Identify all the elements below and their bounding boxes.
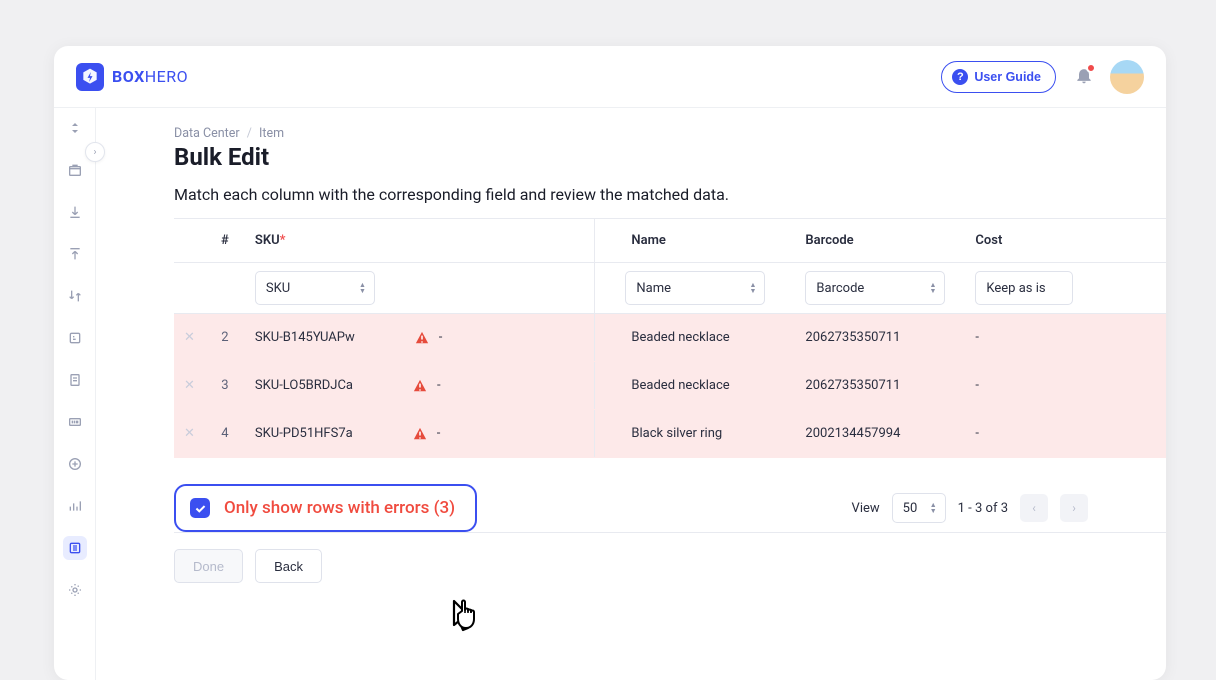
- cell-cost: -: [965, 314, 1166, 362]
- checkbox-checked-icon: [190, 498, 210, 518]
- mapping-table: # SKU* Name Barcode Cost: [174, 218, 1166, 458]
- logo-mark-icon: [76, 63, 104, 91]
- field-select-cost[interactable]: Keep as is: [975, 271, 1072, 305]
- warning-icon: [413, 427, 427, 441]
- done-button[interactable]: Done: [174, 549, 243, 583]
- table-row: ✕ 2SKU-B145YUAPw- Beaded necklace206273535…: [174, 314, 1166, 362]
- pager-view-label: View: [852, 501, 880, 516]
- brand-name: BOXHERO: [112, 67, 188, 86]
- remove-row-icon[interactable]: ✕: [184, 378, 195, 393]
- sidebar-item-analytics[interactable]: [63, 494, 87, 518]
- remove-row-icon[interactable]: ✕: [184, 426, 195, 441]
- notifications-button[interactable]: [1074, 65, 1094, 89]
- breadcrumb-sep: /: [247, 126, 252, 141]
- cell-sku: SKU-PD51HFS7a-: [245, 410, 595, 458]
- table-row: ✕ 3SKU-LO5BRDJCa- Beaded necklace206273535…: [174, 362, 1166, 410]
- row-number: 4: [205, 410, 245, 458]
- col-header-barcode: Barcode: [795, 219, 965, 263]
- sidebar-item-box[interactable]: [63, 158, 87, 182]
- errors-only-label: Only show rows with errors (3): [224, 498, 455, 518]
- remove-row-icon[interactable]: ✕: [184, 330, 195, 345]
- app-window: BOXHERO ? User Guide ›: [54, 46, 1166, 680]
- cell-name: Beaded necklace: [615, 314, 795, 362]
- help-icon: ?: [952, 69, 968, 85]
- cell-cost: -: [965, 362, 1166, 410]
- warning-icon: [415, 331, 429, 345]
- avatar[interactable]: [1110, 60, 1144, 94]
- chevron-sort-icon: ▲▼: [359, 282, 366, 294]
- cell-name: Black silver ring: [615, 410, 795, 458]
- user-guide-button[interactable]: ? User Guide: [941, 61, 1056, 93]
- cell-name: Beaded necklace: [615, 362, 795, 410]
- pager: View 50 ▲▼ 1 - 3 of 3 ‹ ›: [852, 493, 1088, 523]
- main-content: Data Center / Item Bulk Edit Match each …: [96, 108, 1166, 680]
- table-row: ✕ 4SKU-PD51HFS7a- Black silver ring2002134…: [174, 410, 1166, 458]
- row-number: 2: [205, 314, 245, 362]
- cell-error: -: [437, 378, 441, 393]
- page-size-select[interactable]: 50 ▲▼: [892, 493, 946, 523]
- breadcrumb-parent[interactable]: Data Center: [174, 126, 240, 141]
- sidebar: ›: [54, 108, 96, 680]
- cell-sku: SKU-LO5BRDJCa-: [245, 362, 595, 410]
- sidebar-item-barcode[interactable]: [63, 410, 87, 434]
- cell-cost: -: [965, 410, 1166, 458]
- warning-icon: [413, 379, 427, 393]
- sidebar-item-stock-out[interactable]: [63, 242, 87, 266]
- col-header-number: #: [205, 219, 245, 263]
- brand-bold: BOX: [112, 67, 145, 86]
- cell-barcode: 2062735350711: [795, 314, 965, 362]
- sidebar-expand-button[interactable]: ›: [85, 142, 105, 162]
- sidebar-item-add[interactable]: [63, 452, 87, 476]
- pager-prev-button[interactable]: ‹: [1020, 494, 1048, 522]
- col-header-cost: Cost: [965, 219, 1166, 263]
- page-title: Bulk Edit: [96, 143, 1166, 171]
- field-select-name[interactable]: Name ▲▼: [625, 271, 765, 305]
- chevron-sort-icon: ▲▼: [749, 282, 756, 294]
- user-guide-label: User Guide: [974, 70, 1041, 84]
- breadcrumb: Data Center / Item: [96, 126, 1166, 141]
- row-number: 3: [205, 362, 245, 410]
- brand-thin: HERO: [145, 67, 188, 86]
- cell-error: -: [437, 426, 441, 441]
- back-button[interactable]: Back: [255, 549, 322, 583]
- sidebar-item-label[interactable]: [63, 326, 87, 350]
- cell-barcode: 2002134457994: [795, 410, 965, 458]
- field-select-barcode[interactable]: Barcode ▲▼: [805, 271, 945, 305]
- cell-error: -: [439, 330, 443, 345]
- notification-badge-icon: [1086, 63, 1096, 73]
- brand-logo[interactable]: BOXHERO: [76, 63, 188, 91]
- chevron-sort-icon: ▲▼: [930, 502, 937, 514]
- sidebar-item-transfer[interactable]: [63, 284, 87, 308]
- errors-only-filter[interactable]: Only show rows with errors (3): [174, 484, 477, 532]
- pager-range: 1 - 3 of 3: [958, 501, 1008, 516]
- col-header-sku: SKU*: [245, 219, 595, 263]
- cell-sku: SKU-B145YUAPw-: [245, 314, 595, 362]
- topbar: BOXHERO ? User Guide: [54, 46, 1166, 108]
- pager-next-button[interactable]: ›: [1060, 494, 1088, 522]
- sidebar-item-data-center[interactable]: [63, 536, 87, 560]
- col-header-name: Name: [615, 219, 795, 263]
- sidebar-item-stock-in[interactable]: [63, 200, 87, 224]
- sidebar-item-settings[interactable]: [63, 578, 87, 602]
- field-select-sku[interactable]: SKU ▲▼: [255, 271, 375, 305]
- cell-barcode: 2062735350711: [795, 362, 965, 410]
- breadcrumb-current: Item: [259, 126, 284, 141]
- chevron-sort-icon: ▲▼: [929, 282, 936, 294]
- sidebar-collapse-toggle[interactable]: [63, 116, 87, 140]
- sidebar-item-document[interactable]: [63, 368, 87, 392]
- page-subtitle: Match each column with the corresponding…: [96, 185, 1166, 204]
